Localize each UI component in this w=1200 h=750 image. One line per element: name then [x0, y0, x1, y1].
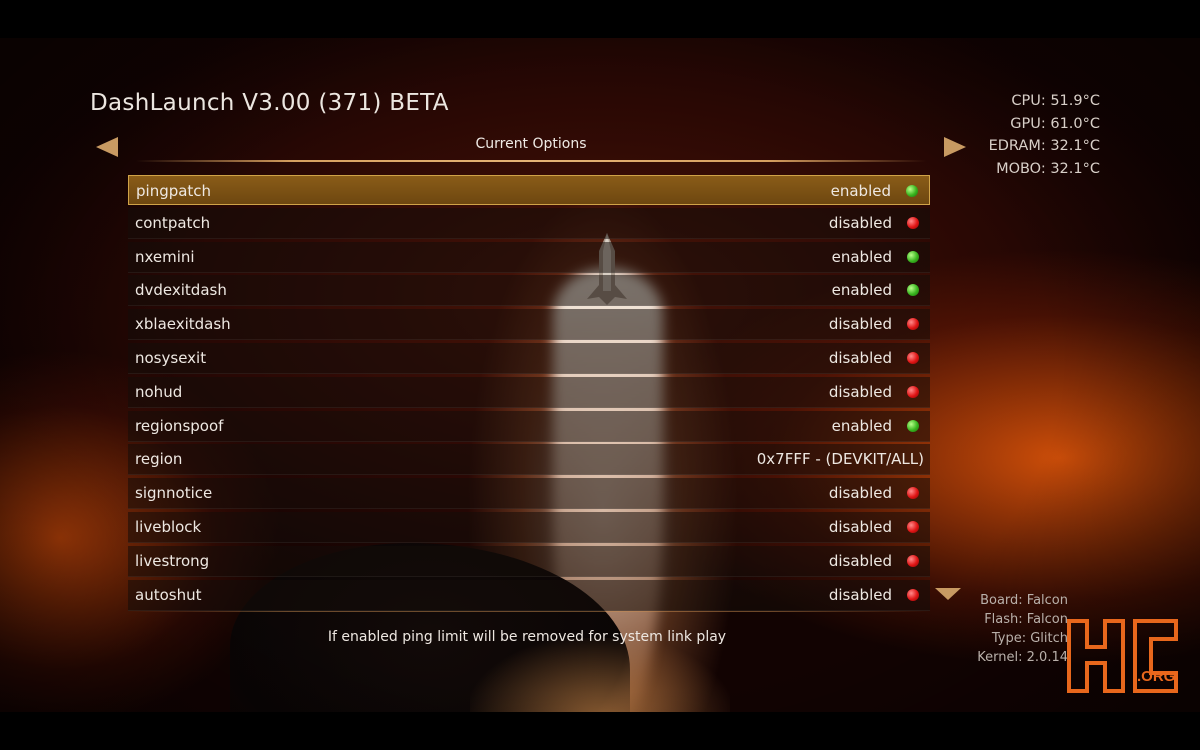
red-dot-icon [907, 385, 919, 398]
option-value: disabled [828, 551, 892, 570]
red-dot-icon [907, 554, 919, 567]
app-title: DashLaunch V3.00 (371) BETA [90, 90, 449, 116]
option-value: disabled [828, 517, 892, 536]
option-value: enabled [830, 182, 891, 200]
option-row-dvdexitdash[interactable]: dvdexitdash enabled [128, 275, 930, 307]
smoke-glow [470, 638, 730, 712]
kernel-info: Kernel: 2.0.14 [977, 650, 1068, 665]
mobo-temp: MOBO: 32.1°C [996, 160, 1100, 177]
option-value: enabled [831, 281, 892, 300]
option-row-contpatch[interactable]: contpatch disabled [128, 207, 930, 239]
board-info: Board: Falcon [980, 593, 1068, 608]
red-dot-icon [907, 487, 919, 500]
option-row-nosysexit[interactable]: nosysexit disabled [128, 342, 930, 374]
option-name: region [135, 450, 183, 469]
option-value: disabled [828, 213, 892, 232]
red-dot-icon [907, 216, 919, 229]
option-row-nohud[interactable]: nohud disabled [128, 376, 930, 408]
option-row-autoshut[interactable]: autoshut disabled [128, 579, 930, 611]
option-name: liveblock [135, 517, 202, 536]
option-value: disabled [828, 315, 892, 334]
option-description: If enabled ping limit will be removed fo… [327, 629, 727, 645]
option-value: disabled [828, 585, 892, 604]
option-row-region[interactable]: region 0x7FFF - (DEVKIT/ALL) [128, 444, 930, 476]
option-row-nxemini[interactable]: nxemini enabled [128, 241, 930, 273]
option-value: enabled [831, 416, 892, 435]
green-dot-icon [906, 185, 918, 197]
option-row-pingpatch[interactable]: pingpatch enabled [128, 175, 930, 205]
option-row-liveblock[interactable]: liveblock disabled [128, 511, 930, 543]
tab-current-options[interactable]: Current Options [96, 136, 966, 152]
option-name: nohud [135, 382, 183, 401]
logo-suffix: .ORG [1137, 668, 1175, 685]
cpu-temp: CPU: 51.9°C [1011, 93, 1100, 109]
option-name: pingpatch [136, 182, 212, 200]
option-value: 0x7FFF - (DEVKIT/ALL) [756, 450, 924, 469]
triangle-right-icon[interactable] [944, 137, 966, 157]
option-name: xblaexitdash [135, 315, 231, 334]
green-dot-icon [907, 419, 919, 432]
tab-underline [136, 160, 926, 162]
option-name: autoshut [135, 585, 202, 604]
option-name: livestrong [135, 551, 210, 570]
option-value: disabled [828, 382, 892, 401]
option-value: disabled [828, 348, 892, 367]
green-dot-icon [907, 284, 919, 297]
edram-temp: EDRAM: 32.1°C [988, 138, 1100, 154]
temperature-stats: CPU: 51.9°C GPU: 61.0°C EDRAM: 32.1°C MO… [989, 90, 1100, 180]
tab-bar: Current Options [96, 133, 966, 162]
options-list: pingpatch enabled contpatch disabled nxemini… [128, 175, 930, 613]
option-row-xblaexitdash[interactable]: xblaexitdash disabled [128, 309, 930, 341]
option-name: nxemini [135, 247, 195, 266]
gpu-temp: GPU: 61.0°C [1010, 115, 1100, 132]
type-info: Type: Glitch [991, 631, 1068, 646]
flash-info: Flash: Falcon [984, 612, 1068, 627]
green-dot-icon [907, 250, 919, 263]
option-name: contpatch [135, 213, 211, 232]
system-info: Board: Falcon Flash: Falcon Type: Glitch… [908, 591, 1068, 667]
option-name: dvdexitdash [135, 281, 227, 300]
red-dot-icon [907, 318, 919, 331]
option-name: regionspoof [135, 416, 224, 435]
divider [128, 611, 930, 612]
option-row-signnotice[interactable]: signnotice disabled [128, 478, 930, 510]
option-row-livestrong[interactable]: livestrong disabled [128, 545, 930, 577]
option-row-regionspoof[interactable]: regionspoof enabled [128, 410, 930, 442]
hc-org-logo: HC .ORG [1067, 619, 1178, 693]
option-value: enabled [831, 247, 892, 266]
option-value: disabled [828, 484, 892, 503]
option-name: nosysexit [135, 348, 207, 367]
option-name: signnotice [135, 484, 213, 503]
red-dot-icon [907, 520, 919, 533]
red-dot-icon [907, 351, 919, 364]
